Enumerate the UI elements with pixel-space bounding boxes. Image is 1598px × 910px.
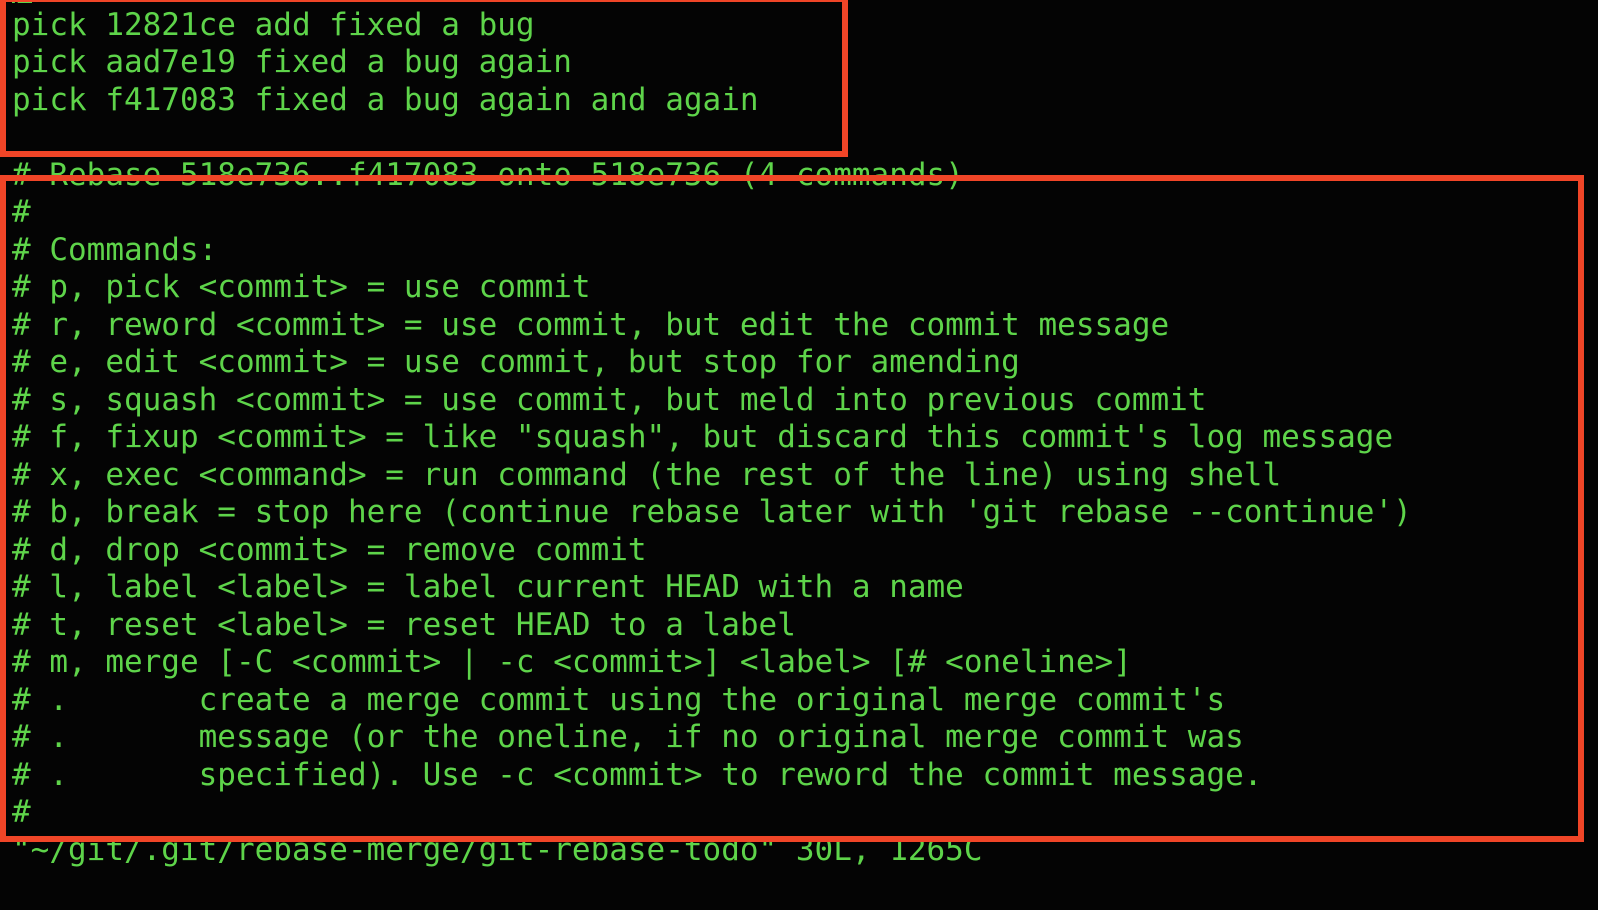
status-line: "~/git/.git/rebase-merge/git-rebase-todo… <box>12 831 983 868</box>
todo-line-2[interactable]: pick 12821ce add fixed a bug <box>0 7 1598 45</box>
comment-line-6[interactable]: # e, edit <commit> = use commit, but sto… <box>0 344 1598 382</box>
comment-line-15[interactable]: # . create a merge commit using the orig… <box>0 682 1598 720</box>
comment-line-16[interactable]: # . message (or the oneline, if no origi… <box>0 719 1598 757</box>
comment-line-14[interactable]: # m, merge [-C <commit> | -c <commit>] <… <box>0 644 1598 682</box>
comment-line-1[interactable]: # Rebase 518e736..f417083 onto 518e736 (… <box>0 157 1598 195</box>
comment-line-3[interactable]: # Commands: <box>0 232 1598 270</box>
comment-line-18[interactable]: # <box>0 794 1598 832</box>
comment-line-5[interactable]: # r, reword <commit> = use commit, but e… <box>0 307 1598 345</box>
todo-line-4[interactable]: pick f417083 fixed a bug again and again <box>0 82 1598 120</box>
comment-line-12[interactable]: # l, label <label> = label current HEAD … <box>0 569 1598 607</box>
spacer-row <box>0 119 1598 157</box>
comment-line-4[interactable]: # p, pick <commit> = use commit <box>0 269 1598 307</box>
todo-line-3[interactable]: pick aad7e19 fixed a bug again <box>0 44 1598 82</box>
editor-text-buffer[interactable]: pick a6a055f add new module pick 12821ce… <box>0 0 1598 869</box>
block-cursor[interactable]: p <box>12 0 33 3</box>
comment-line-10[interactable]: # b, break = stop here (continue rebase … <box>0 494 1598 532</box>
comment-line-9[interactable]: # x, exec <command> = run command (the r… <box>0 457 1598 495</box>
comment-line-2[interactable]: # <box>0 194 1598 232</box>
comment-line-8[interactable]: # f, fixup <commit> = like "squash", but… <box>0 419 1598 457</box>
todo-line-1-text: ick a6a055f add new module <box>32 0 517 5</box>
terminal-window[interactable]: pick a6a055f add new module pick 12821ce… <box>0 0 1598 910</box>
comment-line-11[interactable]: # d, drop <commit> = remove commit <box>0 532 1598 570</box>
comment-line-13[interactable]: # t, reset <label> = reset HEAD to a lab… <box>0 607 1598 645</box>
comment-line-7[interactable]: # s, squash <commit> = use commit, but m… <box>0 382 1598 420</box>
comment-line-17[interactable]: # . specified). Use -c <commit> to rewor… <box>0 757 1598 795</box>
